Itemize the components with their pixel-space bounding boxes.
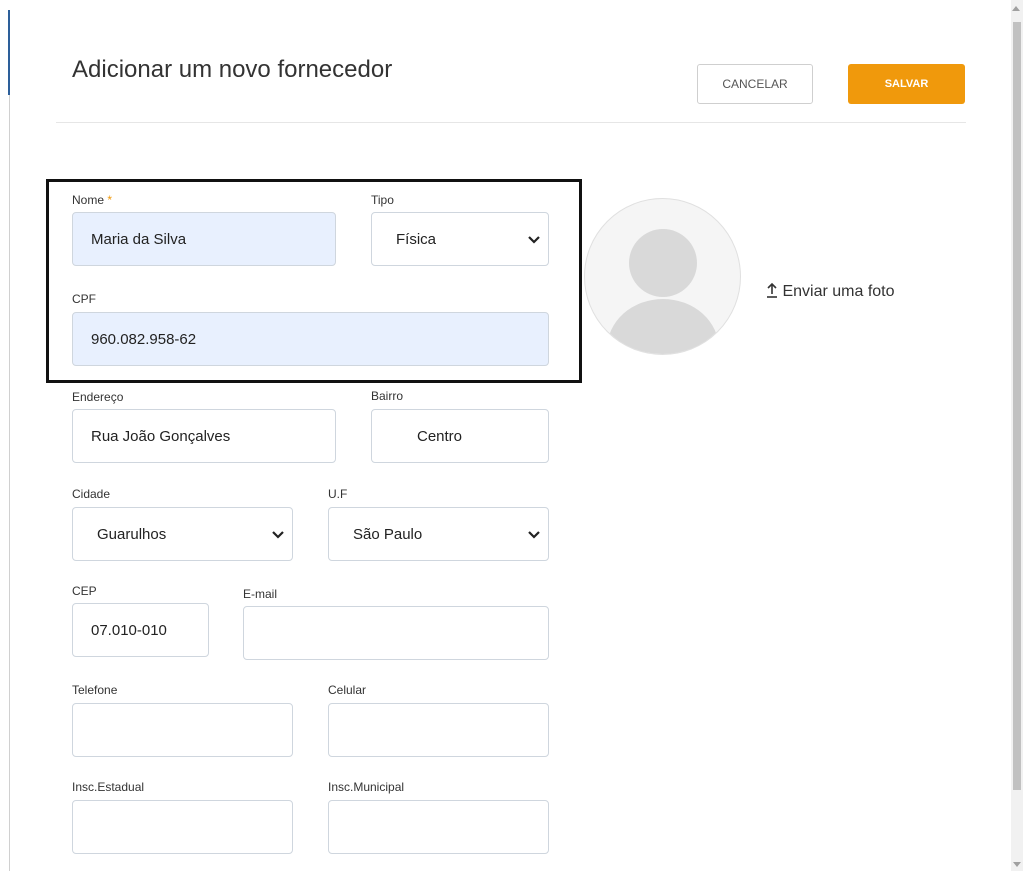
insc-estadual-field[interactable] — [72, 800, 293, 854]
telefone-field[interactable] — [72, 703, 293, 757]
chevron-down-icon — [528, 231, 540, 247]
celular-field[interactable] — [328, 703, 549, 757]
bairro-label: Bairro — [371, 389, 404, 403]
cep-field[interactable]: 07.010-010 — [72, 603, 209, 657]
tipo-label: Tipo — [371, 193, 394, 207]
left-edge-accent — [8, 10, 10, 95]
left-border — [9, 95, 10, 871]
person-silhouette-icon — [607, 229, 719, 354]
cancel-button[interactable]: CANCELAR — [697, 64, 813, 104]
celular-label: Celular — [328, 683, 367, 697]
nome-field[interactable]: Maria da Silva — [72, 212, 336, 266]
tipo-select[interactable]: Física — [371, 212, 549, 266]
insc-municipal-label: Insc.Municipal — [328, 780, 405, 794]
email-label: E-mail — [243, 587, 278, 601]
telefone-label: Telefone — [72, 683, 118, 697]
bairro-field[interactable]: Centro — [371, 409, 549, 463]
save-button[interactable]: SALVAR — [848, 64, 965, 104]
vertical-scrollbar[interactable] — [1011, 0, 1023, 871]
scroll-thumb[interactable] — [1013, 22, 1021, 790]
endereco-field[interactable]: Rua João Gonçalves — [72, 409, 336, 463]
cidade-value: Guarulhos — [97, 525, 167, 543]
upload-arrow-icon — [766, 282, 782, 300]
scroll-down-arrow-icon[interactable] — [1013, 862, 1021, 867]
page: Adicionar um novo fornecedor CANCELAR SA… — [0, 0, 1023, 871]
header-divider — [56, 122, 966, 123]
tipo-value: Física — [396, 230, 437, 248]
cidade-select[interactable]: Guarulhos — [72, 507, 293, 561]
email-field[interactable] — [243, 606, 549, 660]
avatar-placeholder — [584, 198, 741, 355]
cpf-label: CPF — [72, 292, 96, 306]
cpf-field[interactable]: 960.082.958-62 — [72, 312, 549, 366]
uf-value: São Paulo — [353, 525, 423, 543]
cidade-label: Cidade — [72, 487, 111, 501]
endereco-label: Endereço — [72, 390, 124, 404]
nome-label-text: Nome — [72, 193, 105, 207]
upload-photo-link[interactable]: Enviar uma foto — [766, 282, 895, 301]
chevron-down-icon — [528, 526, 540, 542]
chevron-down-icon — [272, 526, 284, 542]
insc-estadual-label: Insc.Estadual — [72, 780, 145, 794]
uf-label: U.F — [328, 487, 348, 501]
cep-label: CEP — [72, 584, 97, 598]
upload-photo-label: Enviar uma foto — [782, 283, 895, 300]
page-title: Adicionar um novo fornecedor — [72, 56, 393, 83]
uf-select[interactable]: São Paulo — [328, 507, 549, 561]
scroll-up-arrow-icon[interactable] — [1012, 6, 1020, 11]
insc-municipal-field[interactable] — [328, 800, 549, 854]
nome-label: Nome * — [72, 193, 112, 207]
required-mark: * — [107, 193, 113, 207]
